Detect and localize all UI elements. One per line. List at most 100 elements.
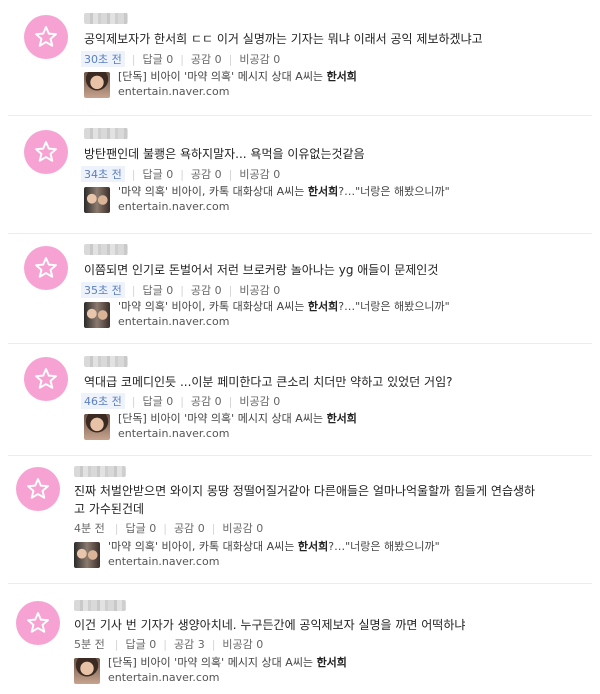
comment-meta: 5분 전 | 답글 0 | 공감 3 | 비공감 0: [74, 636, 264, 652]
article-link[interactable]: '마약 의혹' 비아이, 카톡 대화상대 A씨는 한서희?…"너랑은 해봤으니까…: [84, 300, 534, 330]
article-thumbnail: [74, 658, 100, 684]
article-source: entertain.naver.com: [108, 555, 220, 568]
comment-meta: 46초 전 | 답글 0 | 공감 0 | 비공감 0: [81, 393, 280, 409]
comment-text: 이건 기사 번 기자가 생양아치네. 누구든간에 공익제보자 실명을 까면 어떡…: [74, 618, 466, 632]
reply-count: 0: [166, 284, 174, 297]
comment-meta: 34초 전 | 답글 0 | 공감 0 | 비공감 0: [81, 166, 280, 182]
dislike-button[interactable]: 비공감 0: [239, 393, 280, 409]
star-icon: [27, 478, 49, 499]
dislike-count: 0: [256, 522, 264, 535]
avatar[interactable]: [24, 15, 68, 59]
comment-time: 30초 전: [84, 53, 122, 66]
comment-time: 35초 전: [84, 284, 122, 297]
masked-username: [84, 128, 128, 139]
dislike-button[interactable]: 비공감 0: [239, 282, 280, 298]
article-title: [단독] 비아이 '마약 의혹' 메시지 상대 A씨는 한서희: [108, 656, 347, 669]
article-title: '마약 의혹' 비아이, 카톡 대화상대 A씨는 한서희?…"너랑은 해봤으니까…: [118, 300, 450, 313]
reply-button[interactable]: 답글 0: [142, 282, 173, 298]
star-icon: [35, 368, 57, 389]
star-icon: [35, 141, 57, 162]
dislike-count: 0: [273, 284, 281, 297]
comment-text: 공익제보자가 한서희 ㄷㄷ 이거 실명까는 기자는 뭐냐 이래서 공익 제보하겠…: [84, 32, 483, 46]
star-icon: [35, 26, 57, 47]
dislike-button[interactable]: 비공감 0: [222, 520, 263, 536]
article-thumbnail: [84, 414, 110, 440]
like-button[interactable]: 공감 0: [191, 393, 222, 409]
divider: [8, 583, 592, 584]
star-icon: [27, 612, 49, 633]
comment-time: 5분 전: [74, 638, 105, 651]
masked-username: [74, 600, 126, 611]
masked-username: [84, 13, 128, 24]
comment-text: 진짜 처벌안받으면 와이지 몽땅 정떨어질거같아 다른애들은 얼마나억울할까 힘…: [74, 484, 536, 516]
like-button[interactable]: 공감 0: [191, 51, 222, 67]
article-thumbnail: [74, 542, 100, 568]
article-thumbnail: [84, 187, 110, 213]
avatar[interactable]: [16, 467, 60, 511]
reply-button[interactable]: 답글 0: [125, 520, 156, 536]
article-source: entertain.naver.com: [118, 85, 230, 98]
star-icon: [35, 257, 57, 278]
article-title: '마약 의혹' 비아이, 카톡 대화상대 A씨는 한서희?…"너랑은 해봤으니까…: [108, 540, 440, 553]
avatar[interactable]: [24, 130, 68, 174]
article-link[interactable]: '마약 의혹' 비아이, 카톡 대화상대 A씨는 한서희?…"너랑은 해봤으니까…: [74, 540, 524, 570]
reply-count: 0: [149, 522, 157, 535]
comment-meta: 4분 전 | 답글 0 | 공감 0 | 비공감 0: [74, 520, 264, 536]
dislike-button[interactable]: 비공감 0: [239, 51, 280, 67]
article-title: '마약 의혹' 비아이, 카톡 대화상대 A씨는 한서희?…"너랑은 해봤으니까…: [118, 185, 450, 198]
like-count: 0: [214, 395, 222, 408]
article-link[interactable]: [단독] 비아이 '마약 의혹' 메시지 상대 A씨는 한서희 entertai…: [84, 70, 484, 100]
comment-time: 34초 전: [84, 168, 122, 181]
article-link[interactable]: '마약 의혹' 비아이, 카톡 대화상대 A씨는 한서희?…"너랑은 해봤으니까…: [84, 185, 534, 215]
article-source: entertain.naver.com: [108, 671, 220, 684]
like-count: 0: [197, 522, 205, 535]
article-thumbnail: [84, 72, 110, 98]
like-button[interactable]: 공감 0: [174, 520, 205, 536]
like-button[interactable]: 공감 3: [174, 636, 205, 652]
like-button[interactable]: 공감 0: [191, 166, 222, 182]
reply-count: 0: [166, 395, 174, 408]
comment-meta: 30초 전 | 답글 0 | 공감 0 | 비공감 0: [81, 51, 280, 67]
article-link[interactable]: [단독] 비아이 '마약 의혹' 메시지 상대 A씨는 한서희 entertai…: [74, 656, 474, 686]
reply-count: 0: [166, 53, 174, 66]
reply-count: 0: [149, 638, 157, 651]
article-title: [단독] 비아이 '마약 의혹' 메시지 상대 A씨는 한서희: [118, 70, 357, 83]
divider: [8, 233, 592, 234]
reply-button[interactable]: 답글 0: [125, 636, 156, 652]
comment-meta: 35초 전 | 답글 0 | 공감 0 | 비공감 0: [81, 282, 280, 298]
article-source: entertain.naver.com: [118, 200, 230, 213]
avatar[interactable]: [24, 246, 68, 290]
avatar[interactable]: [16, 601, 60, 645]
dislike-count: 0: [273, 53, 281, 66]
reply-button[interactable]: 답글 0: [142, 393, 173, 409]
reply-count: 0: [166, 168, 174, 181]
like-count: 0: [214, 53, 222, 66]
dislike-count: 0: [273, 395, 281, 408]
like-count: 0: [214, 284, 222, 297]
avatar[interactable]: [24, 357, 68, 401]
article-source: entertain.naver.com: [118, 427, 230, 440]
article-thumbnail: [84, 302, 110, 328]
divider: [8, 455, 592, 456]
divider: [8, 343, 592, 344]
reply-button[interactable]: 답글 0: [142, 166, 173, 182]
comment-text: 역대급 코메디인듯 ...이분 페미한다고 큰소리 치더만 약하고 있었던 거임…: [84, 375, 453, 389]
masked-username: [84, 356, 128, 367]
masked-username: [84, 244, 128, 255]
article-source: entertain.naver.com: [118, 315, 230, 328]
dislike-count: 0: [256, 638, 264, 651]
article-title: [단독] 비아이 '마약 의혹' 메시지 상대 A씨는 한서희: [118, 412, 357, 425]
article-link[interactable]: [단독] 비아이 '마약 의혹' 메시지 상대 A씨는 한서희 entertai…: [84, 412, 484, 442]
like-button[interactable]: 공감 0: [191, 282, 222, 298]
reply-button[interactable]: 답글 0: [142, 51, 173, 67]
like-count: 0: [214, 168, 222, 181]
dislike-button[interactable]: 비공감 0: [239, 166, 280, 182]
comment-time: 46초 전: [84, 395, 122, 408]
dislike-count: 0: [273, 168, 281, 181]
comment-text: 이쯤되면 인기로 돈벌어서 저런 브로커랑 놀아나는 yg 애들이 문제인것: [84, 263, 439, 277]
comment-text: 방탄팬인데 불쾡은 욕하지말자... 욕먹을 이유없는것같음: [84, 147, 365, 161]
like-count: 3: [197, 638, 205, 651]
comment-time: 4분 전: [74, 522, 105, 535]
masked-username: [74, 466, 126, 477]
dislike-button[interactable]: 비공감 0: [222, 636, 263, 652]
